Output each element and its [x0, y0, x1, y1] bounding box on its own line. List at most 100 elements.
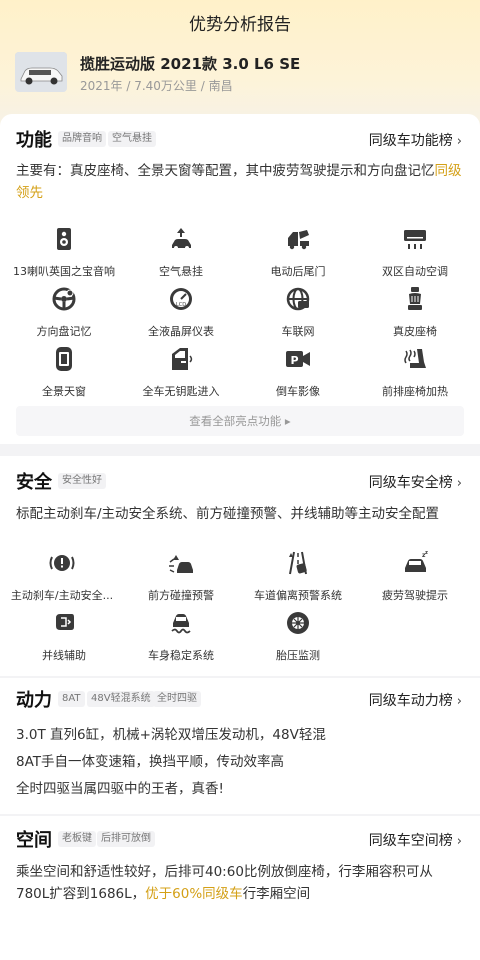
feature-label: 倒车影像: [276, 385, 320, 398]
feature-item[interactable]: 方向盘记忆: [4, 286, 124, 339]
feature-label: 方向盘记忆: [36, 325, 92, 338]
lcd-dashboard-icon: LCD: [170, 288, 192, 310]
function-card: 功能 品牌音响 空气悬挂 同级车功能榜 › 主要有：真皮座椅、全景天窗等配置，其中…: [0, 114, 480, 444]
power-tag: 全时四驱: [153, 691, 201, 707]
feature-item[interactable]: 空气悬挂: [121, 226, 241, 279]
tire-pressure-icon: [287, 612, 309, 634]
safety-rank-label: 同级车安全榜: [368, 475, 453, 491]
car-meta: 2021年 / 7.40万公里 / 南昌: [80, 79, 233, 93]
feature-label: 全景天窗: [42, 385, 86, 398]
safety-item[interactable]: 前方碰撞预警: [121, 550, 241, 603]
feature-item[interactable]: 电动后尾门: [238, 226, 358, 279]
page-title: 优势分析报告: [189, 15, 291, 35]
space-desc-highlight: 优于60%同级车: [145, 886, 243, 902]
space-rank-label: 同级车空间榜: [368, 833, 453, 849]
keyless-entry-icon: [172, 348, 193, 370]
space-description: 乘坐空间和舒适性较好，后排可40:60比例放倒座椅，行李厢容积可从780L扩容到…: [16, 861, 464, 905]
function-tag: 空气悬挂: [108, 131, 156, 147]
svg-text:P: P: [290, 354, 298, 367]
safety-item[interactable]: 胎压监测: [238, 610, 358, 663]
feature-label: 13喇叭英国之宝音响: [13, 265, 115, 278]
safety-item[interactable]: 主动刹车/主动安全...: [2, 550, 122, 603]
safety-label: 疲劳驾驶提示: [382, 589, 448, 602]
power-rank-link[interactable]: 同级车动力榜 ›: [369, 690, 462, 710]
power-line: 3.0T 直列6缸，机械+涡轮双增压发动机，48V轻混: [16, 727, 326, 743]
feature-item[interactable]: 全车无钥匙进入: [121, 346, 241, 399]
power-line: 全时四驱当属四驱中的王者，真香!: [16, 781, 224, 797]
feature-item[interactable]: 真皮座椅: [355, 286, 475, 339]
car-image-icon: [15, 52, 67, 92]
fatigue-driving-icon: zz: [405, 550, 428, 572]
feature-item[interactable]: LCD 全液晶屏仪表: [121, 286, 241, 339]
steering-wheel-icon: [52, 287, 76, 311]
svg-text:z: z: [425, 550, 428, 556]
space-desc-tail: 行李厢空间: [242, 886, 311, 902]
feature-label: 电动后尾门: [270, 265, 326, 278]
function-rank-link[interactable]: 同级车功能榜 ›: [369, 130, 462, 150]
function-tag: 品牌音响: [58, 131, 106, 147]
power-card: 动力 8AT 48V轻混系统 全时四驱 同级车动力榜 › 3.0T 直列6缸，机械…: [0, 678, 480, 814]
space-tag: 老板键: [58, 831, 96, 847]
chevron-right-icon: ›: [456, 476, 462, 491]
power-title: 动力: [16, 690, 52, 711]
collision-warning-icon: [169, 555, 193, 573]
safety-label: 车身稳定系统: [148, 649, 214, 662]
reverse-camera-icon: P: [286, 351, 310, 367]
lane-departure-icon: [289, 551, 307, 575]
chevron-right-icon: ›: [456, 834, 462, 849]
safety-item[interactable]: 车道偏离预警系统: [238, 550, 358, 603]
air-conditioner-icon: [404, 230, 426, 249]
panoramic-sunroof-icon: [56, 347, 72, 371]
function-rank-label: 同级车功能榜: [368, 133, 453, 149]
feature-label: 前排座椅加热: [382, 385, 448, 398]
safety-description: 标配主动刹车/主动安全系统、前方碰撞预警、并线辅助等主动安全配置: [16, 506, 440, 522]
feature-label: 空气悬挂: [159, 265, 203, 278]
safety-label: 车道偏离预警系统: [254, 589, 342, 602]
power-rank-label: 同级车动力榜: [368, 693, 453, 709]
safety-label: 前方碰撞预警: [148, 589, 214, 602]
safety-item[interactable]: zz 疲劳驾驶提示: [355, 550, 475, 603]
safety-item[interactable]: 并线辅助: [4, 610, 124, 663]
safety-label: 并线辅助: [42, 649, 86, 662]
connected-car-icon: [286, 287, 310, 311]
space-tag: 后排可放倒: [97, 831, 155, 847]
space-card: 空间 老板键 后排可放倒 同级车空间榜 › 乘坐空间和舒适性较好，后排可40:60…: [0, 816, 480, 960]
safety-rank-link[interactable]: 同级车安全榜 ›: [369, 472, 462, 492]
view-all-features-button[interactable]: 查看全部亮点功能 ▸: [16, 406, 464, 436]
space-title: 空间: [16, 830, 52, 851]
function-description: 主要有：真皮座椅、全景天窗等配置，其中疲劳驾驶提示和方向盘记忆同级领先: [16, 160, 464, 204]
function-title: 功能: [16, 130, 52, 151]
safety-label: 胎压监测: [276, 649, 320, 662]
safety-tag: 安全性好: [58, 473, 106, 489]
feature-label: 车联网: [281, 325, 315, 338]
power-tag: 48V轻混系统: [87, 691, 155, 707]
feature-label: 全液晶屏仪表: [148, 325, 214, 338]
air-suspension-icon: [172, 228, 191, 250]
space-rank-link[interactable]: 同级车空间榜 ›: [369, 830, 462, 850]
car-name: 揽胜运动版 2021款 3.0 L6 SE: [80, 55, 301, 73]
feature-label: 全车无钥匙进入: [142, 385, 220, 398]
leather-seat-icon: [408, 287, 422, 310]
feature-item[interactable]: 车联网: [238, 286, 358, 339]
power-tailgate-icon: [288, 230, 309, 250]
feature-label: 双区自动空调: [382, 265, 448, 278]
function-desc-text: 主要有：真皮座椅、全景天窗等配置，其中疲劳驾驶提示和方向盘记忆: [16, 163, 435, 179]
chevron-right-icon: ›: [456, 694, 462, 709]
feature-item[interactable]: 13喇叭英国之宝音响: [4, 226, 124, 279]
chevron-right-icon: ›: [456, 134, 462, 149]
feature-item[interactable]: 全景天窗: [4, 346, 124, 399]
svg-text:LCD: LCD: [176, 302, 186, 308]
seat-heating-icon: [404, 349, 426, 368]
car-thumbnail[interactable]: [15, 52, 67, 92]
feature-item[interactable]: 双区自动空调: [355, 226, 475, 279]
active-brake-icon: [49, 555, 75, 571]
feature-item[interactable]: 前排座椅加热: [355, 346, 475, 399]
feature-label: 真皮座椅: [393, 325, 437, 338]
power-line: 8AT手自一体变速箱，换挡平顺，传动效率高: [16, 754, 285, 770]
safety-card: 安全 安全性好 同级车安全榜 › 标配主动刹车/主动安全系统、前方碰撞预警、并线辅…: [0, 456, 480, 676]
safety-title: 安全: [16, 472, 52, 493]
feature-item[interactable]: P 倒车影像: [238, 346, 358, 399]
safety-item[interactable]: 车身稳定系统: [121, 610, 241, 663]
safety-label: 主动刹车/主动安全...: [10, 589, 114, 602]
blind-spot-icon: [56, 614, 74, 630]
